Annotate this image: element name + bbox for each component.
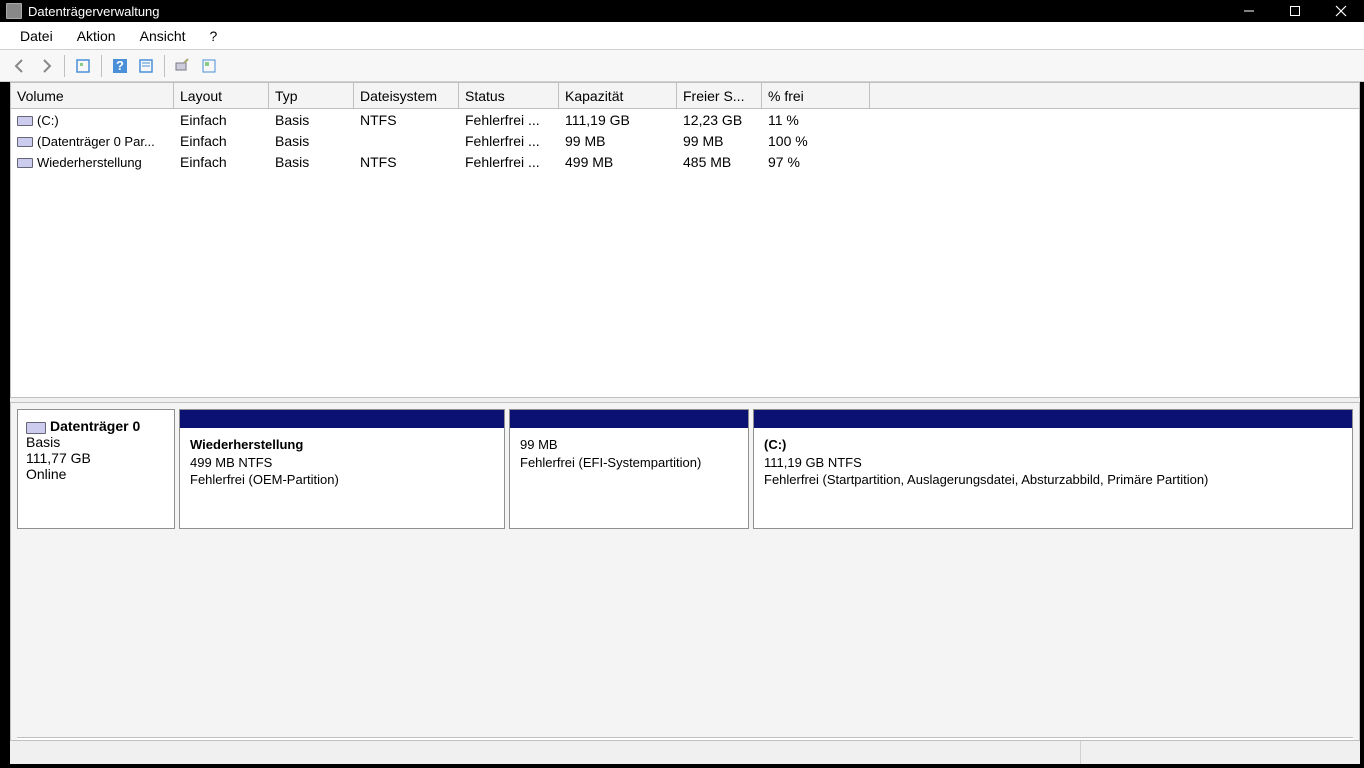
forward-button[interactable]	[34, 54, 58, 78]
partition-size: 111,19 GB NTFS	[764, 454, 1342, 472]
toolbar: ?	[0, 50, 1364, 82]
partition-status: Fehlerfrei (OEM-Partition)	[190, 471, 494, 489]
menu-help[interactable]: ?	[198, 24, 230, 48]
window-title: Datenträgerverwaltung	[28, 4, 1226, 19]
table-row[interactable]: Wiederherstellung Einfach Basis NTFS Feh…	[11, 151, 1359, 172]
help-button[interactable]: ?	[108, 54, 132, 78]
action-button-1[interactable]	[171, 54, 195, 78]
disk-state: Online	[26, 466, 166, 482]
cell-frei: 485 MB	[677, 154, 762, 170]
partition-name: (C:)	[764, 436, 1342, 454]
cell-layout: Einfach	[174, 133, 269, 149]
partition-efi[interactable]: 99 MB Fehlerfrei (EFI-Systempartition)	[509, 409, 749, 529]
cell-status: Fehlerfrei ...	[459, 133, 559, 149]
partition-color-bar	[754, 410, 1352, 428]
partition-status: Fehlerfrei (EFI-Systempartition)	[520, 454, 738, 472]
column-header-row: Volume Layout Typ Dateisystem Status Kap…	[11, 83, 1359, 109]
disk-graphic-pane: Datenträger 0 Basis 111,77 GB Online Wie…	[10, 402, 1360, 764]
cell-kap: 111,19 GB	[559, 112, 677, 128]
cell-layout: Einfach	[174, 154, 269, 170]
action-button-2[interactable]	[197, 54, 221, 78]
col-status[interactable]: Status	[459, 83, 559, 109]
disk-icon	[17, 158, 33, 168]
cell-kap: 99 MB	[559, 133, 677, 149]
menu-aktion[interactable]: Aktion	[65, 24, 128, 48]
cell-kap: 499 MB	[559, 154, 677, 170]
cell-fs: NTFS	[354, 154, 459, 170]
app-icon	[6, 3, 22, 19]
col-dateisystem[interactable]: Dateisystem	[354, 83, 459, 109]
col-kapazitat[interactable]: Kapazität	[559, 83, 677, 109]
maximize-button[interactable]	[1272, 0, 1318, 22]
menu-bar: Datei Aktion Ansicht ?	[0, 22, 1364, 50]
cell-pct: 97 %	[762, 154, 870, 170]
cell-volume: (C:)	[37, 113, 59, 128]
cell-frei: 12,23 GB	[677, 112, 762, 128]
partition-size: 499 MB NTFS	[190, 454, 494, 472]
cell-pct: 100 %	[762, 133, 870, 149]
cell-volume: Wiederherstellung	[37, 155, 142, 170]
close-button[interactable]	[1318, 0, 1364, 22]
cell-volume: (Datenträger 0 Par...	[37, 134, 155, 149]
cell-typ: Basis	[269, 154, 354, 170]
partition-status: Fehlerfrei (Startpartition, Auslagerungs…	[764, 471, 1342, 489]
graphic-pane-empty	[17, 529, 1353, 737]
cell-pct: 11 %	[762, 112, 870, 128]
disk-name: Datenträger 0	[50, 418, 140, 434]
table-row[interactable]: (C:) Einfach Basis NTFS Fehlerfrei ... 1…	[11, 109, 1359, 130]
disk-size: 111,77 GB	[26, 450, 166, 466]
disk-type: Basis	[26, 434, 166, 450]
menu-ansicht[interactable]: Ansicht	[128, 24, 198, 48]
cell-status: Fehlerfrei ...	[459, 112, 559, 128]
title-bar: Datenträgerverwaltung	[0, 0, 1364, 22]
refresh-button[interactable]	[71, 54, 95, 78]
cell-layout: Einfach	[174, 112, 269, 128]
partition-recovery[interactable]: Wiederherstellung 499 MB NTFS Fehlerfrei…	[179, 409, 505, 529]
col-volume[interactable]: Volume	[11, 83, 174, 109]
work-area: Volume Layout Typ Dateisystem Status Kap…	[10, 82, 1360, 764]
partition-size: 99 MB	[520, 436, 738, 454]
col-typ[interactable]: Typ	[269, 83, 354, 109]
cell-fs: NTFS	[354, 112, 459, 128]
table-row[interactable]: (Datenträger 0 Par... Einfach Basis Fehl…	[11, 130, 1359, 151]
disk-row: Datenträger 0 Basis 111,77 GB Online Wie…	[17, 409, 1353, 529]
properties-button[interactable]	[134, 54, 158, 78]
volume-list-pane: Volume Layout Typ Dateisystem Status Kap…	[10, 82, 1360, 398]
back-button[interactable]	[8, 54, 32, 78]
disk-icon	[26, 422, 46, 434]
status-bar	[10, 740, 1360, 764]
cell-frei: 99 MB	[677, 133, 762, 149]
disk-icon	[17, 137, 33, 147]
partition-color-bar	[180, 410, 504, 428]
col-freier[interactable]: Freier S...	[677, 83, 762, 109]
partition-color-bar	[510, 410, 748, 428]
minimize-button[interactable]	[1226, 0, 1272, 22]
menu-datei[interactable]: Datei	[8, 24, 65, 48]
cell-typ: Basis	[269, 112, 354, 128]
cell-status: Fehlerfrei ...	[459, 154, 559, 170]
disk-header[interactable]: Datenträger 0 Basis 111,77 GB Online	[17, 409, 175, 529]
disk-icon	[17, 116, 33, 126]
col-pctfrei[interactable]: % frei	[762, 83, 870, 109]
svg-text:?: ?	[116, 58, 124, 73]
col-layout[interactable]: Layout	[174, 83, 269, 109]
partition-name: Wiederherstellung	[190, 436, 494, 454]
col-filler	[870, 83, 1359, 109]
cell-typ: Basis	[269, 133, 354, 149]
partition-c[interactable]: (C:) 111,19 GB NTFS Fehlerfrei (Startpar…	[753, 409, 1353, 529]
